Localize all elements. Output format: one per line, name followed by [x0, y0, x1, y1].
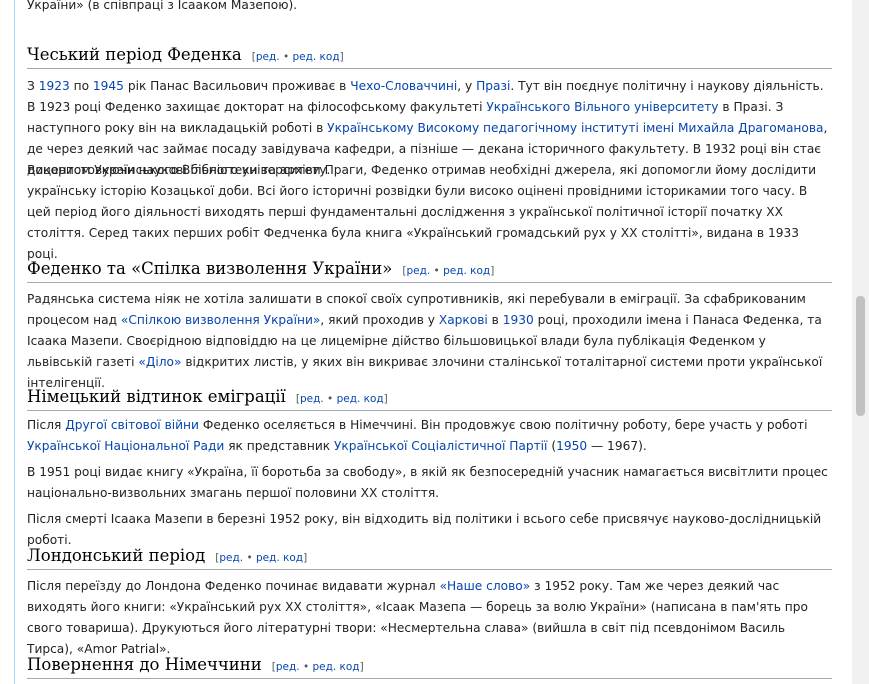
edit-link[interactable]: ред. — [276, 661, 300, 673]
inline-link[interactable]: «Спілкою визволення України» — [121, 313, 320, 327]
vertical-scrollbar[interactable] — [852, 0, 869, 684]
paragraph: Після переїзду до Лондона Феденко почина… — [27, 576, 832, 660]
edit-link[interactable]: ред. — [219, 552, 243, 564]
paragraph: Після Другої світової війни Феденко осел… — [27, 415, 832, 457]
edit-link[interactable]: ред. — [406, 265, 430, 277]
text-run: — 1967). — [587, 439, 647, 453]
edit-code-link[interactable]: ред. код — [443, 265, 490, 277]
heading-return-germany: Повернення до Німеччини [ред. • ред. код] — [27, 650, 832, 679]
edit-code-link[interactable]: ред. код — [293, 51, 340, 63]
heading-czech-period: Чеський період Феденка [ред. • ред. код] — [27, 40, 832, 69]
inline-link[interactable]: Українського Вільного університету — [486, 100, 718, 114]
text-run: , у — [457, 79, 477, 93]
heading-title: Чеський період Феденка — [27, 45, 242, 64]
text-run: З — [27, 79, 39, 93]
scrollbar-thumb[interactable] — [856, 296, 865, 416]
text-run: Після — [27, 418, 66, 432]
edit-section-links: [ред. • ред. код] — [271, 661, 364, 673]
text-run: ( — [547, 439, 557, 453]
heading-german-emigration: Німецький відтинок еміграції [ред. • ред.… — [27, 382, 832, 411]
heading-title: Феденко та «Спілка визволення України» — [27, 259, 393, 278]
heading-title: Німецький відтинок еміграції — [27, 387, 286, 406]
text-run: Феденко оселяється в Німеччині. Він прод… — [198, 418, 808, 432]
text-run: рік Панас Васильович проживає в — [123, 79, 351, 93]
text-run: як представник — [224, 439, 334, 453]
text-run: , який проходив у — [320, 313, 439, 327]
inline-link[interactable]: 1930 — [503, 313, 534, 327]
edit-section-links: [ред. • ред. код] — [402, 265, 495, 277]
previous-section-fragment: України» (в співпраці з Ісааком Мазепою)… — [27, 0, 298, 12]
edit-link[interactable]: ред. — [300, 393, 324, 405]
edit-code-link[interactable]: ред. код — [337, 393, 384, 405]
inline-link[interactable]: 1950 — [556, 439, 587, 453]
text-run: в — [487, 313, 503, 327]
heading-title: Лондонський період — [27, 546, 206, 565]
inline-link[interactable]: Української Соціалістичної Партії — [334, 439, 547, 453]
article-page: України» (в співпраці з Ісааком Мазепою)… — [14, 0, 844, 684]
heading-title: Повернення до Німеччини — [27, 655, 262, 674]
inline-link[interactable]: «Діло» — [138, 355, 181, 369]
edit-code-link[interactable]: ред. код — [256, 552, 303, 564]
inline-link[interactable]: Празі — [476, 79, 510, 93]
inline-link[interactable]: Української Національної Ради — [27, 439, 224, 453]
inline-link[interactable]: Українському Високому педагогічному інст… — [327, 121, 823, 135]
paragraph: Радянська система ніяк не хотіла залишат… — [27, 289, 832, 394]
edit-link[interactable]: ред. — [256, 51, 280, 63]
paragraph: Використовуючи наукові бібліотеки та арх… — [27, 163, 817, 261]
edit-section-links: [ред. • ред. код] — [251, 51, 344, 63]
heading-union: Феденко та «Спілка визволення України» [р… — [27, 254, 832, 283]
inline-link[interactable]: Чехо-Словаччині — [350, 79, 457, 93]
edit-section-links: [ред. • ред. код] — [215, 552, 308, 564]
text-run: по — [69, 79, 93, 93]
inline-link[interactable]: 1923 — [39, 79, 70, 93]
inline-link[interactable]: Харкові — [439, 313, 488, 327]
text-run: Після переїзду до Лондона Феденко почина… — [27, 579, 440, 593]
inline-link[interactable]: «Наше слово» — [440, 579, 531, 593]
paragraph: В 1951 році видає книгу «Україна, її бор… — [27, 465, 828, 500]
edit-section-links: [ред. • ред. код] — [295, 393, 388, 405]
heading-london-period: Лондонський період [ред. • ред. код] — [27, 541, 832, 570]
inline-link[interactable]: 1945 — [93, 79, 124, 93]
edit-code-link[interactable]: ред. код — [312, 661, 359, 673]
inline-link[interactable]: Другої світової війни — [65, 418, 199, 432]
